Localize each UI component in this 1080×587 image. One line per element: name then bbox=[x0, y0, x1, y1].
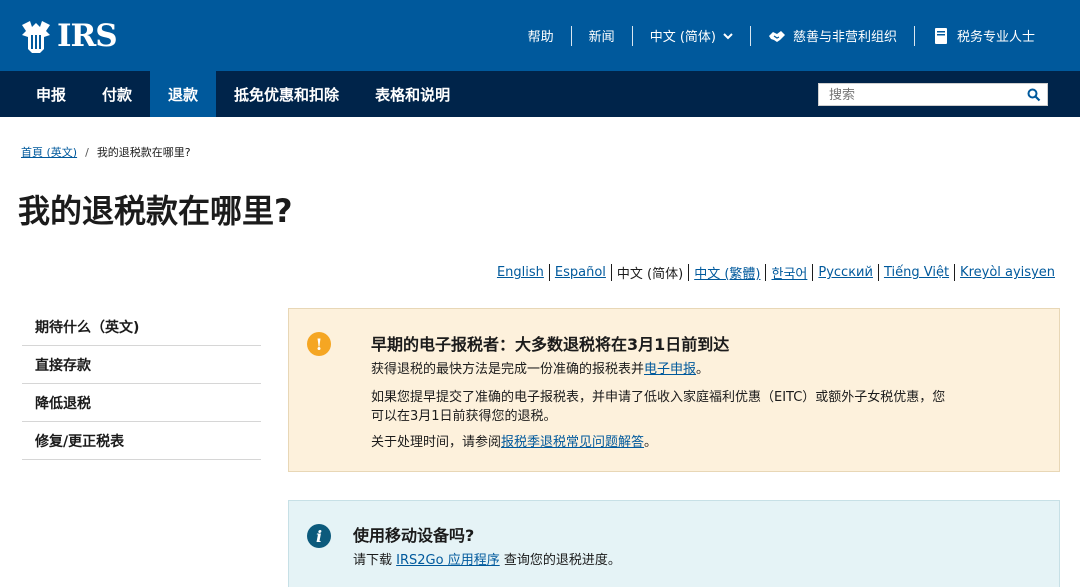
alert-text: 获得退税的最快方法是完成一份准确的报税表并 bbox=[371, 362, 645, 377]
breadcrumb: 首頁 (英文) / 我的退税款在哪里? bbox=[21, 144, 191, 160]
eagle-icon bbox=[22, 21, 50, 53]
alert-paragraph: 关于处理时间，请参阅报税季退税常见问题解答。 bbox=[371, 433, 657, 452]
nav-tab-forms-instructions[interactable]: 表格和说明 bbox=[357, 71, 468, 117]
lang-russian[interactable]: Русский bbox=[813, 265, 878, 280]
alert-text: 查询您的退税进度。 bbox=[499, 553, 621, 568]
alert-heading: 早期的电子报税者：大多数退税将在3月1日前到达 bbox=[371, 335, 730, 354]
page-title: 我的退税款在哪里? bbox=[18, 192, 293, 230]
alert-heading: 使用移动设备吗? bbox=[353, 526, 475, 545]
info-icon: i bbox=[307, 524, 331, 548]
exclamation-icon: ! bbox=[307, 332, 331, 356]
chevron-down-icon bbox=[723, 32, 733, 39]
alert-text: 。 bbox=[696, 362, 710, 377]
search-icon[interactable] bbox=[1027, 88, 1041, 102]
early-filer-alert: ! 早期的电子报税者：大多数退税将在3月1日前到达 获得退税的最快方法是完成一份… bbox=[288, 308, 1060, 472]
sidebar-item-what-to-expect[interactable]: 期待什么（英文) bbox=[22, 308, 261, 346]
irs-logo[interactable]: IRS bbox=[18, 16, 118, 56]
search-input[interactable] bbox=[819, 85, 1019, 106]
language-label: 中文 (简体) bbox=[649, 30, 716, 45]
utility-divider bbox=[570, 25, 572, 46]
mobile-device-alert: i 使用移动设备吗? 请下载 IRS2Go 应用程序 查询您的退税进度。 bbox=[288, 500, 1060, 587]
nav-tab-label: 退款 bbox=[168, 85, 199, 104]
lang-korean[interactable]: 한국어 bbox=[766, 263, 812, 282]
lang-haitian-creole[interactable]: Kreyòl ayisyen bbox=[955, 265, 1060, 280]
utility-nav: 帮助 新闻 中文 (简体) 慈善与非营利组织 税务专业人士 bbox=[511, 0, 1052, 71]
nav-tab-label: 付款 bbox=[102, 85, 133, 104]
breadcrumb-current: 我的退税款在哪里? bbox=[96, 146, 191, 159]
tax-pros-link[interactable]: 税务专业人士 bbox=[915, 26, 1052, 46]
nav-tab-pay[interactable]: 付款 bbox=[84, 71, 150, 117]
alert-paragraph: 请下载 IRS2Go 应用程序 查询您的退税进度。 bbox=[353, 551, 621, 570]
alert-paragraph: 获得退税的最快方法是完成一份准确的报税表并电子申报。 bbox=[371, 360, 709, 379]
language-switcher: English Español 中文 (简体) 中文 (繁體) 한국어 Русс… bbox=[492, 263, 1060, 282]
sidebar-item-label: 期待什么（英文) bbox=[35, 319, 140, 336]
tax-pros-label: 税务专业人士 bbox=[956, 30, 1035, 45]
breadcrumb-home-link[interactable]: 首頁 (英文) bbox=[21, 144, 77, 160]
alert-text: 。 bbox=[644, 435, 658, 450]
sidebar-item-label: 修复/更正税表 bbox=[35, 433, 125, 450]
sidebar-item-fix-return[interactable]: 修复/更正税表 bbox=[22, 422, 261, 460]
sidebar-item-label: 降低退税 bbox=[35, 395, 91, 412]
nav-tab-label: 抵免优惠和扣除 bbox=[234, 85, 340, 104]
lang-spanish[interactable]: Español bbox=[550, 265, 611, 280]
charities-label: 慈善与非营利组织 bbox=[792, 30, 897, 45]
utility-divider bbox=[749, 25, 751, 46]
help-link[interactable]: 帮助 bbox=[511, 26, 571, 46]
lang-english[interactable]: English bbox=[492, 265, 549, 280]
help-label: 帮助 bbox=[527, 30, 554, 45]
news-label: 新闻 bbox=[588, 30, 615, 45]
lang-chinese-traditional[interactable]: 中文 (繁體) bbox=[689, 263, 765, 282]
lang-chinese-simplified: 中文 (简体) bbox=[616, 267, 684, 282]
irs2go-app-link[interactable]: IRS2Go 应用程序 bbox=[396, 553, 500, 568]
nav-tab-label: 申报 bbox=[36, 85, 67, 104]
sidebar-nav: 期待什么（英文) 直接存款 降低退税 修复/更正税表 bbox=[22, 308, 261, 460]
lang-vietnamese[interactable]: Tiếng Việt bbox=[879, 265, 954, 280]
logo-text: IRS bbox=[57, 18, 118, 54]
breadcrumb-separator: / bbox=[85, 145, 89, 159]
utility-divider bbox=[631, 25, 633, 46]
language-dropdown[interactable]: 中文 (简体) bbox=[633, 26, 750, 46]
refund-faq-link[interactable]: 报税季退税常见问题解答 bbox=[501, 435, 644, 450]
sidebar-item-label: 直接存款 bbox=[35, 357, 91, 374]
nav-tab-refunds[interactable]: 退款 bbox=[150, 71, 217, 117]
site-header: IRS 帮助 新闻 中文 (简体) 慈善与非营利组织 税务专业人士 bbox=[0, 0, 1080, 71]
alert-text: 请下载 bbox=[353, 553, 397, 568]
main-navigation: 申报 付款 退款 抵免优惠和扣除 表格和说明 bbox=[0, 71, 1080, 117]
sidebar-item-direct-deposit[interactable]: 直接存款 bbox=[22, 346, 261, 384]
e-file-link[interactable]: 电子申报 bbox=[644, 362, 696, 377]
charities-link[interactable]: 慈善与非营利组织 bbox=[751, 26, 914, 46]
news-link[interactable]: 新闻 bbox=[572, 26, 632, 46]
alert-text: 关于处理时间，请参阅 bbox=[371, 435, 502, 450]
nav-tab-file[interactable]: 申报 bbox=[18, 71, 84, 117]
nav-tab-credits-deductions[interactable]: 抵免优惠和扣除 bbox=[216, 71, 357, 117]
sidebar-item-reduced-refund[interactable]: 降低退税 bbox=[22, 384, 261, 422]
alert-paragraph: 如果您提早提交了准确的电子报税表，并申请了低收入家庭福利优惠（EITC）或额外子… bbox=[371, 390, 946, 424]
book-icon bbox=[934, 27, 947, 44]
handshake-icon bbox=[768, 30, 785, 42]
utility-divider bbox=[913, 25, 915, 46]
search-box bbox=[818, 83, 1048, 106]
nav-tab-label: 表格和说明 bbox=[375, 85, 451, 104]
